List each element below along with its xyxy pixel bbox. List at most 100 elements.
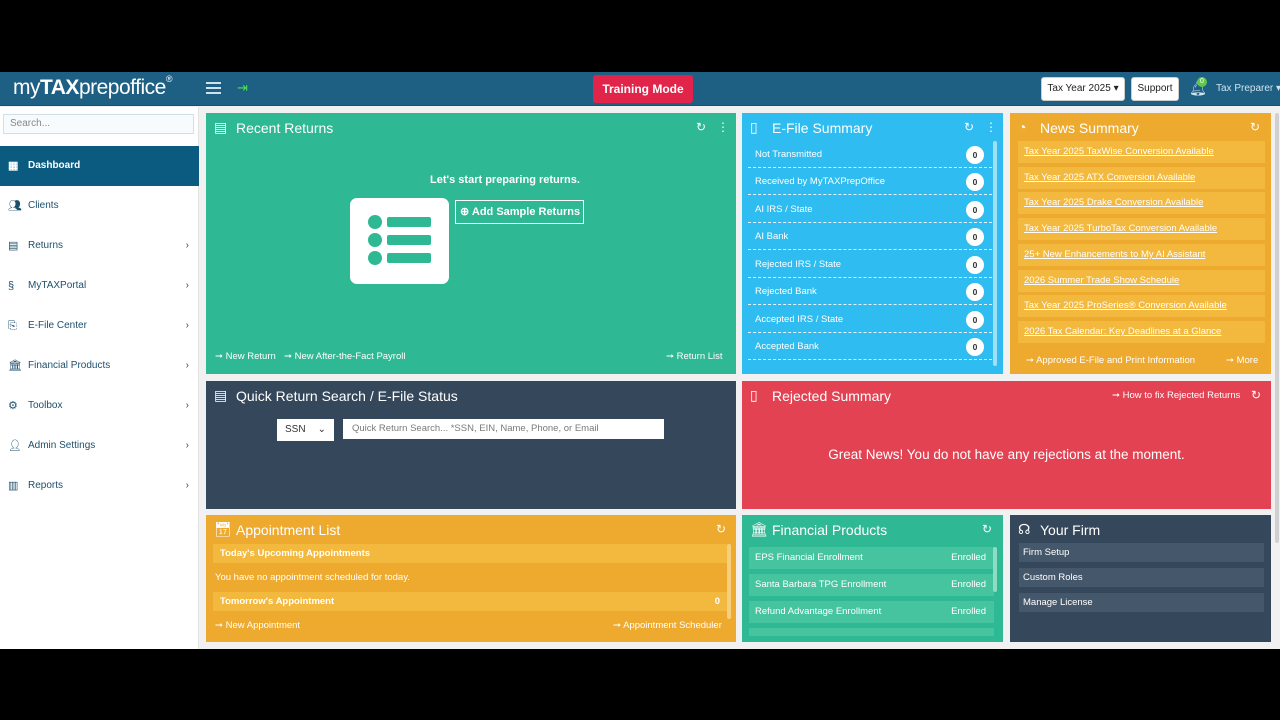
more-options-icon[interactable]: ⋮ <box>985 120 997 134</box>
panel-title: Appointment List <box>236 522 341 538</box>
panel-title: Recent Returns <box>236 120 334 136</box>
sidebar-search-input[interactable]: Search... <box>3 114 194 134</box>
link-label: How to fix Rejected Returns <box>1122 390 1241 401</box>
sidebar-item-mytaxportal[interactable]: § MyTAXPortal › <box>0 266 199 306</box>
today-appointments-header: Today's Upcoming Appointments <box>213 544 727 563</box>
efile-row-rejected-bank[interactable]: Rejected Bank 0 <box>748 278 992 305</box>
bank-icon: 🏛︎ <box>8 360 22 372</box>
efile-row-not-transmitted[interactable]: Not Transmitted 0 <box>748 141 992 168</box>
sidebar-item-efile-center[interactable]: ⎘ E-File Center › <box>0 306 199 346</box>
new-payroll-link[interactable]: ➞ New After-the-Fact Payroll <box>284 351 405 362</box>
sidebar-item-dashboard[interactable]: ▦ Dashboard <box>0 146 199 186</box>
efile-row-ai-irs-state[interactable]: AI IRS / State 0 <box>748 196 992 223</box>
row-label: Received by MyTAXPrepOffice <box>755 176 886 187</box>
chevron-down-icon: ⌄ <box>317 424 326 435</box>
arrow-right-icon: ➞ <box>666 351 674 362</box>
sidebar-item-label: Reports <box>28 480 64 491</box>
manage-license-link[interactable]: Manage License <box>1019 593 1264 612</box>
news-item[interactable]: Tax Year 2025 TurboTax Conversion Availa… <box>1018 218 1265 240</box>
count-badge: 0 <box>966 146 984 164</box>
training-mode-button[interactable]: Training Mode <box>593 75 693 103</box>
news-item[interactable]: Tax Year 2025 Drake Conversion Available <box>1018 192 1265 214</box>
user-menu[interactable]: Tax Preparer ▾ <box>1216 83 1280 94</box>
count-badge: 0 <box>966 338 984 356</box>
pin-sidebar-icon[interactable]: ⇥ <box>237 80 248 96</box>
app-window: myTAXprepoffice® ⇥ Training Mode Tax Yea… <box>0 72 1280 649</box>
efile-icon: ⎘ <box>8 320 17 332</box>
efile-summary-panel: ▯ E-File Summary ↻ ⋮ Not Transmitted 0 Re… <box>742 113 1003 374</box>
news-item[interactable]: 25+ New Enhancements to My AI Assistant <box>1018 244 1265 266</box>
search-type-select[interactable]: SSN ⌄ <box>277 419 334 441</box>
bank-icon: 🏛︎ <box>750 521 768 537</box>
sidebar-item-toolbox[interactable]: ⚙ Toolbox › <box>0 386 199 426</box>
new-appointment-link[interactable]: ➞ New Appointment <box>215 620 300 631</box>
refresh-icon[interactable]: ↻ <box>696 120 706 134</box>
panel-title: Quick Return Search / E-File Status <box>236 388 458 404</box>
efile-row-rejected-irs-state[interactable]: Rejected IRS / State 0 <box>748 251 992 278</box>
logo-tax: TAX <box>40 76 79 99</box>
more-news-link[interactable]: ➞ More <box>1226 355 1258 366</box>
rejected-summary-panel: ▯ Rejected Summary ➞ How to fix Rejected… <box>742 381 1271 509</box>
arrow-right-icon: ➞ <box>215 351 223 362</box>
sidebar-item-clients[interactable]: 👥︎ Clients <box>0 186 199 226</box>
news-item[interactable]: Tax Year 2025 ProSeries® Conversion Avai… <box>1018 295 1265 317</box>
refresh-icon[interactable]: ↻ <box>716 522 726 536</box>
row-label: Not Transmitted <box>755 149 823 160</box>
chevron-right-icon: › <box>185 360 189 371</box>
enrollment-row-partial[interactable] <box>749 628 994 636</box>
row-label: AI IRS / State <box>755 204 813 215</box>
count-badge: 0 <box>714 596 720 607</box>
sidebar-item-returns[interactable]: ▤ Returns › <box>0 226 199 266</box>
top-navbar: myTAXprepoffice® ⇥ Training Mode Tax Yea… <box>0 72 1280 106</box>
tax-year-dropdown[interactable]: Tax Year 2025 ▾ <box>1041 77 1125 101</box>
returns-icon: ▤ <box>8 240 19 252</box>
enrollment-row[interactable]: EPS Financial Enrollment Enrolled <box>749 547 994 569</box>
panel-title: Financial Products <box>772 522 888 538</box>
enrollment-row[interactable]: Santa Barbara TPG Enrollment Enrolled <box>749 574 994 596</box>
efile-row-accepted-irs-state[interactable]: Accepted IRS / State 0 <box>748 306 992 333</box>
quick-search-input[interactable]: Quick Return Search... *SSN, EIN, Name, … <box>343 419 664 439</box>
scrollbar[interactable] <box>993 141 997 366</box>
refresh-icon[interactable]: ↻ <box>964 120 974 134</box>
news-item[interactable]: 2026 Summer Trade Show Schedule <box>1018 270 1265 292</box>
more-options-icon[interactable]: ⋮ <box>717 120 729 134</box>
panel-title: News Summary <box>1040 120 1139 136</box>
custom-roles-link[interactable]: Custom Roles <box>1019 568 1264 587</box>
scrollbar[interactable] <box>727 544 731 619</box>
status-label: Enrolled <box>951 552 986 563</box>
efile-row-accepted-bank[interactable]: Accepted Bank 0 <box>748 333 992 360</box>
approved-efile-link[interactable]: ➞ Approved E-File and Print Information <box>1026 355 1195 366</box>
news-item[interactable]: 2026 Tax Calendar: Key Deadlines at a Gl… <box>1018 321 1265 343</box>
efile-row-received[interactable]: Received by MyTAXPrepOffice 0 <box>748 168 992 195</box>
row-label: EPS Financial Enrollment <box>755 552 863 563</box>
menu-toggle-icon[interactable] <box>206 82 221 94</box>
news-item[interactable]: Tax Year 2025 TaxWise Conversion Availab… <box>1018 141 1265 163</box>
sidebar-item-financial-products[interactable]: 🏛︎ Financial Products › <box>0 346 199 386</box>
enrollment-row[interactable]: Refund Advantage Enrollment Enrolled <box>749 601 994 623</box>
new-return-link[interactable]: ➞ New Return <box>215 351 276 362</box>
calendar-icon: 📅︎ <box>214 521 232 537</box>
arrow-right-icon: ➞ <box>1226 355 1234 366</box>
news-item[interactable]: Tax Year 2025 ATX Conversion Available <box>1018 167 1265 189</box>
select-value: SSN <box>285 424 306 435</box>
add-sample-returns-button[interactable]: ⊕ Add Sample Returns <box>455 200 584 224</box>
sidebar-item-reports[interactable]: ▥ Reports › <box>0 466 199 506</box>
refresh-icon[interactable]: ↻ <box>1250 120 1260 134</box>
sidebar-item-admin-settings[interactable]: 👤︎ Admin Settings › <box>0 426 199 466</box>
page-scrollbar[interactable] <box>1275 113 1279 543</box>
support-button[interactable]: Support <box>1131 77 1179 101</box>
scrollbar[interactable] <box>993 547 997 592</box>
returns-icon: ▤ <box>214 119 228 135</box>
rss-icon: ◔ <box>1018 119 1027 135</box>
how-to-fix-link[interactable]: ➞ How to fix Rejected Returns <box>1112 390 1240 401</box>
refresh-icon[interactable]: ↻ <box>1251 388 1261 402</box>
logo-prep: prepoffice <box>78 76 166 99</box>
status-label: Enrolled <box>951 579 986 590</box>
appointment-scheduler-link[interactable]: ➞ Appointment Scheduler <box>613 620 722 631</box>
return-list-link[interactable]: ➞ Return List <box>666 351 723 362</box>
efile-row-ai-bank[interactable]: AI Bank 0 <box>748 223 992 250</box>
row-label: Refund Advantage Enrollment <box>755 606 882 617</box>
refresh-icon[interactable]: ↻ <box>982 522 992 536</box>
firm-setup-link[interactable]: Firm Setup <box>1019 543 1264 562</box>
app-logo[interactable]: myTAXprepoffice® <box>13 74 172 100</box>
